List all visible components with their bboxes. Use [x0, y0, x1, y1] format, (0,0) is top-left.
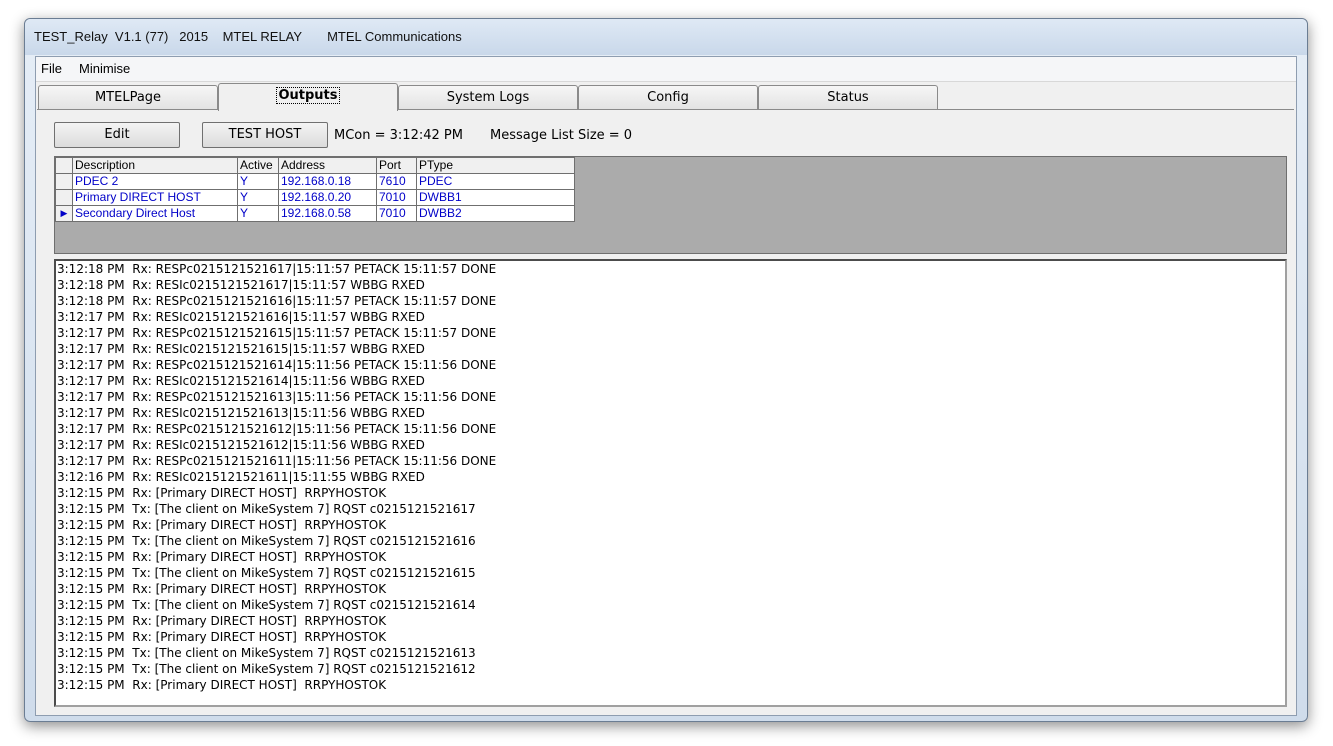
cell-description[interactable]: Secondary Direct Host	[72, 205, 238, 222]
log-line: 3:12:15 PM Tx: [The client on MikeSystem…	[57, 598, 476, 612]
tab-outputs[interactable]: Outputs	[218, 83, 398, 111]
app-window: TEST_Relay V1.1 (77) 2015 MTEL RELAY MTE…	[24, 18, 1308, 722]
cell-ptype[interactable]: DWBB2	[416, 205, 575, 222]
log-line: 3:12:15 PM Tx: [The client on MikeSystem…	[57, 646, 476, 660]
log-line: 3:12:17 PM Rx: RESIc0215121521616|15:11:…	[57, 310, 425, 324]
cell-active[interactable]: Y	[237, 189, 279, 206]
title-bar[interactable]: TEST_Relay V1.1 (77) 2015 MTEL RELAY MTE…	[25, 19, 1307, 55]
cell-description[interactable]: Primary DIRECT HOST	[72, 189, 238, 206]
grid-corner	[55, 157, 73, 174]
col-description[interactable]: Description	[72, 157, 238, 174]
col-ptype[interactable]: PType	[416, 157, 575, 174]
tab-status[interactable]: Status	[758, 85, 938, 109]
log-line: 3:12:18 PM Rx: RESPc0215121521616|15:11:…	[57, 294, 497, 308]
client-area: File Minimise MTELPage Outputs System Lo…	[35, 56, 1297, 716]
window-title: TEST_Relay V1.1 (77) 2015 MTEL RELAY MTE…	[34, 29, 462, 44]
cell-active[interactable]: Y	[237, 173, 279, 190]
table-row[interactable]: ▶ Secondary Direct Host Y 192.168.0.58 7…	[55, 205, 575, 222]
log-line: 3:12:15 PM Rx: [Primary DIRECT HOST] RRP…	[57, 614, 387, 628]
log-line: 3:12:17 PM Rx: RESPc0215121521612|15:11:…	[57, 422, 497, 436]
col-address[interactable]: Address	[278, 157, 377, 174]
outputs-panel: Edit TEST HOST MCon = 3:12:42 PM Message…	[37, 109, 1294, 713]
table-row[interactable]: PDEC 2 Y 192.168.0.18 7610 PDEC	[55, 173, 575, 190]
log-line: 3:12:15 PM Rx: [Primary DIRECT HOST] RRP…	[57, 678, 387, 692]
log-line: 3:12:18 PM Rx: RESPc0215121521617|15:11:…	[57, 262, 497, 276]
log-line: 3:12:17 PM Rx: RESIc0215121521615|15:11:…	[57, 342, 425, 356]
cell-address[interactable]: 192.168.0.18	[278, 173, 377, 190]
col-active[interactable]: Active	[237, 157, 279, 174]
log-line: 3:12:17 PM Rx: RESPc0215121521614|15:11:…	[57, 358, 497, 372]
log-line: 3:12:17 PM Rx: RESPc0215121521611|15:11:…	[57, 454, 497, 468]
col-port[interactable]: Port	[376, 157, 417, 174]
log-line: 3:12:17 PM Rx: RESIc0215121521613|15:11:…	[57, 406, 425, 420]
tab-system-logs[interactable]: System Logs	[398, 85, 578, 109]
current-row-arrow-icon: ▶	[55, 205, 73, 222]
cell-port[interactable]: 7010	[376, 205, 417, 222]
tab-strip: MTELPage Outputs System Logs Config Stat…	[36, 83, 1296, 111]
row-indicator	[55, 173, 73, 190]
log-line: 3:12:15 PM Tx: [The client on MikeSystem…	[57, 534, 476, 548]
log-line: 3:12:15 PM Rx: [Primary DIRECT HOST] RRP…	[57, 582, 387, 596]
cell-ptype[interactable]: PDEC	[416, 173, 575, 190]
tab-config[interactable]: Config	[578, 85, 758, 109]
log-line: 3:12:18 PM Rx: RESIc0215121521617|15:11:…	[57, 278, 425, 292]
cell-port[interactable]: 7010	[376, 189, 417, 206]
cell-address[interactable]: 192.168.0.58	[278, 205, 377, 222]
message-log[interactable]: 3:12:18 PM Rx: RESPc0215121521617|15:11:…	[54, 259, 1287, 707]
grid-header-row: Description Active Address Port PType	[55, 157, 575, 174]
log-line: 3:12:17 PM Rx: RESPc0215121521615|15:11:…	[57, 326, 497, 340]
log-line: 3:12:16 PM Rx: RESIc0215121521611|15:11:…	[57, 470, 425, 484]
cell-port[interactable]: 7610	[376, 173, 417, 190]
log-line: 3:12:15 PM Tx: [The client on MikeSystem…	[57, 662, 476, 676]
cell-active[interactable]: Y	[237, 205, 279, 222]
cell-ptype[interactable]: DWBB1	[416, 189, 575, 206]
outputs-grid: Description Active Address Port PType PD…	[54, 156, 1287, 254]
table-row[interactable]: Primary DIRECT HOST Y 192.168.0.20 7010 …	[55, 189, 575, 206]
log-line: 3:12:15 PM Tx: [The client on MikeSystem…	[57, 566, 476, 580]
row-indicator	[55, 189, 73, 206]
log-line: 3:12:15 PM Rx: [Primary DIRECT HOST] RRP…	[57, 630, 387, 644]
log-line: 3:12:15 PM Tx: [The client on MikeSystem…	[57, 502, 476, 516]
log-line: 3:12:17 PM Rx: RESPc0215121521613|15:11:…	[57, 390, 497, 404]
menu-minimise[interactable]: Minimise	[79, 61, 130, 76]
log-line: 3:12:17 PM Rx: RESIc0215121521614|15:11:…	[57, 374, 425, 388]
tab-mtelpage[interactable]: MTELPage	[38, 85, 218, 109]
menu-file[interactable]: File	[41, 61, 62, 76]
mcon-status: MCon = 3:12:42 PM	[334, 128, 463, 143]
log-line: 3:12:15 PM Rx: [Primary DIRECT HOST] RRP…	[57, 550, 387, 564]
menu-bar: File Minimise	[36, 57, 1296, 82]
edit-button[interactable]: Edit	[54, 122, 180, 148]
cell-address[interactable]: 192.168.0.20	[278, 189, 377, 206]
message-list-size: Message List Size = 0	[490, 128, 633, 143]
cell-description[interactable]: PDEC 2	[72, 173, 238, 190]
test-host-button[interactable]: TEST HOST	[202, 122, 328, 148]
log-line: 3:12:15 PM Rx: [Primary DIRECT HOST] RRP…	[57, 486, 387, 500]
log-line: 3:12:17 PM Rx: RESIc0215121521612|15:11:…	[57, 438, 425, 452]
log-line: 3:12:15 PM Rx: [Primary DIRECT HOST] RRP…	[57, 518, 387, 532]
